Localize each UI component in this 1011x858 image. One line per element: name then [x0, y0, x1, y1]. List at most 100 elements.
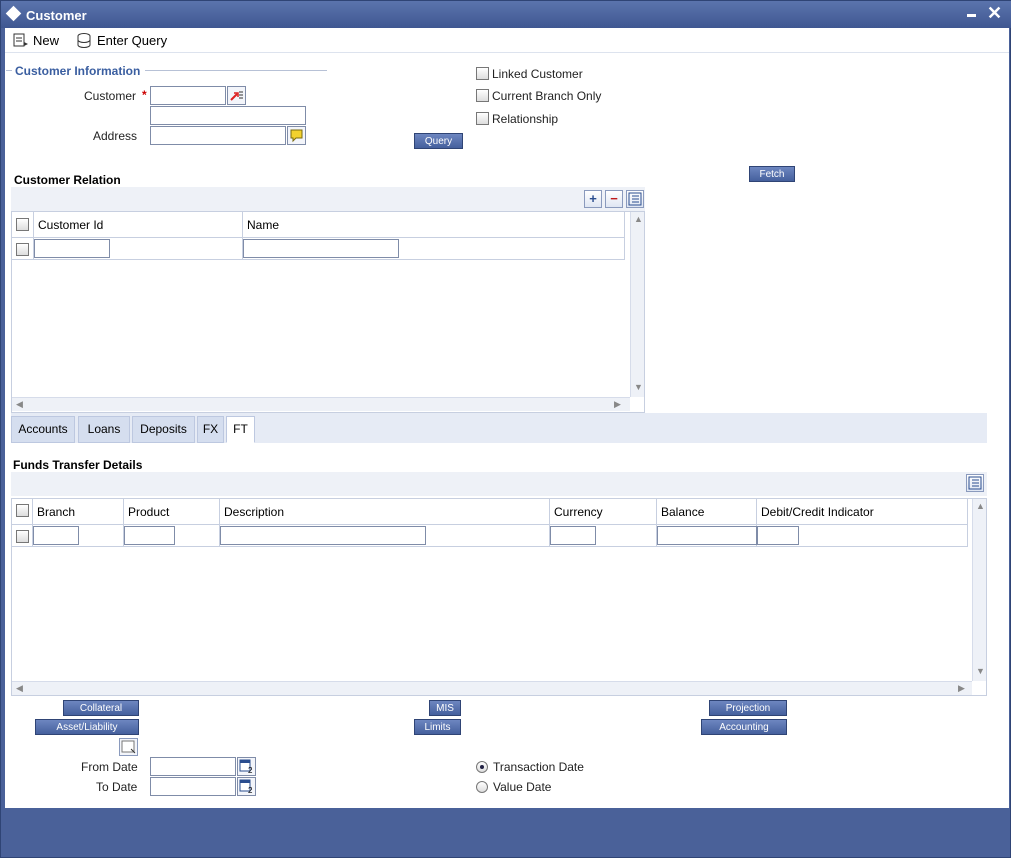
- transaction-date-radio[interactable]: [476, 761, 488, 773]
- close-icon[interactable]: ✕: [987, 3, 1002, 24]
- mis-button[interactable]: MIS: [429, 700, 461, 716]
- to-calendar-icon[interactable]: 2: [237, 777, 256, 796]
- ft-scroll-up-icon[interactable]: ▲: [976, 501, 985, 511]
- value-date-radio[interactable]: [476, 781, 488, 793]
- customer-relation-title: Customer Relation: [14, 173, 121, 187]
- customer-information-title: Customer Information: [15, 64, 141, 78]
- value-date-label: Value Date: [493, 780, 552, 794]
- current-branch-only-checkbox[interactable]: [476, 89, 489, 102]
- add-row-icon[interactable]: +: [584, 190, 602, 208]
- balance-cell: [657, 525, 757, 547]
- tab-bar: Accounts Loans Deposits FX FT: [11, 413, 987, 443]
- required-mark: *: [142, 88, 147, 102]
- customer-input[interactable]: [150, 86, 226, 105]
- asset-liability-button[interactable]: Asset/Liability: [35, 719, 139, 735]
- limits-button[interactable]: Limits: [414, 719, 461, 735]
- delete-row-icon[interactable]: −: [605, 190, 623, 208]
- column-header: Debit/Credit Indicator: [757, 499, 968, 525]
- name-input[interactable]: [243, 239, 399, 258]
- row-checkbox[interactable]: [16, 243, 29, 256]
- customer-window: Customer ✕ New Enter Query Customer Info…: [0, 0, 1011, 858]
- database-query-icon: [77, 32, 91, 48]
- customer-name-input[interactable]: [150, 106, 306, 125]
- main-content: New Enter Query Customer Information Cus…: [5, 28, 1009, 808]
- ft-select-all-header: [12, 499, 33, 525]
- window-title: Customer: [26, 8, 87, 23]
- current-branch-only-label: Current Branch Only: [492, 89, 602, 103]
- query-button[interactable]: Query: [414, 133, 463, 149]
- funds-transfer-grid: Branch Product Description Currency Bala…: [11, 498, 987, 696]
- ft-horizontal-scrollbar[interactable]: ◀ ▶: [12, 681, 972, 695]
- debit-credit-cell: [757, 525, 968, 547]
- description-input[interactable]: [220, 526, 426, 545]
- select-all-checkbox[interactable]: [16, 218, 29, 231]
- ft-toolbar: [11, 472, 987, 496]
- tab-deposits[interactable]: Deposits: [132, 416, 195, 443]
- scroll-down-icon[interactable]: ▼: [634, 382, 643, 392]
- new-button[interactable]: New: [13, 30, 59, 50]
- funds-transfer-title: Funds Transfer Details: [13, 458, 143, 472]
- customer-label: Customer: [84, 89, 137, 103]
- toolbar-divider: [5, 52, 1009, 53]
- column-header: Branch: [33, 499, 124, 525]
- column-header: Description: [220, 499, 550, 525]
- tab-ft[interactable]: FT: [226, 416, 255, 443]
- customer-id-input[interactable]: [34, 239, 110, 258]
- tab-loans[interactable]: Loans: [78, 416, 130, 443]
- tab-fx[interactable]: FX: [197, 416, 224, 443]
- accounting-button[interactable]: Accounting: [701, 719, 787, 735]
- section-rule-right: [145, 70, 327, 71]
- from-calendar-icon[interactable]: 2: [237, 757, 256, 776]
- ft-scroll-right-icon[interactable]: ▶: [958, 683, 965, 694]
- table-row: [12, 238, 34, 260]
- ft-single-view-icon[interactable]: [966, 474, 984, 492]
- select-all-header: [12, 212, 34, 238]
- scroll-left-icon[interactable]: ◀: [16, 399, 23, 410]
- address-comment-icon[interactable]: [287, 126, 306, 145]
- minimize-icon[interactable]: [967, 14, 976, 17]
- new-label: New: [33, 32, 60, 48]
- column-header: Product: [124, 499, 220, 525]
- enter-query-button[interactable]: Enter Query: [77, 30, 167, 50]
- address-input[interactable]: [150, 126, 286, 145]
- branch-input[interactable]: [33, 526, 79, 545]
- column-header: Name: [243, 212, 625, 238]
- relationship-label: Relationship: [492, 112, 559, 126]
- svg-text:2: 2: [248, 786, 253, 795]
- customer-id-cell: [34, 238, 243, 260]
- branch-cell: [33, 525, 124, 547]
- relationship-checkbox[interactable]: [476, 112, 489, 125]
- ft-select-all-checkbox[interactable]: [16, 504, 29, 517]
- balance-input[interactable]: [657, 526, 757, 545]
- collateral-button[interactable]: Collateral: [63, 700, 139, 716]
- vertical-scrollbar[interactable]: ▲ ▼: [630, 212, 644, 397]
- column-header: Currency: [550, 499, 657, 525]
- from-date-label: From Date: [81, 760, 138, 774]
- horizontal-scrollbar[interactable]: ◀ ▶: [12, 397, 630, 411]
- customer-lov-icon[interactable]: [227, 86, 246, 105]
- details-icon[interactable]: [119, 738, 138, 756]
- ft-scroll-down-icon[interactable]: ▼: [976, 666, 985, 676]
- to-date-input[interactable]: [150, 777, 236, 796]
- from-date-input[interactable]: [150, 757, 236, 776]
- linked-customer-label: Linked Customer: [492, 67, 583, 81]
- product-input[interactable]: [124, 526, 175, 545]
- ft-vertical-scrollbar[interactable]: ▲ ▼: [972, 499, 986, 681]
- projection-button[interactable]: Projection: [709, 700, 787, 716]
- scroll-up-icon[interactable]: ▲: [634, 214, 643, 224]
- name-cell: [243, 238, 625, 260]
- linked-customer-checkbox[interactable]: [476, 67, 489, 80]
- address-label: Address: [93, 129, 138, 143]
- product-cell: [124, 525, 220, 547]
- fetch-button[interactable]: Fetch: [749, 166, 795, 182]
- single-view-icon[interactable]: [626, 190, 644, 208]
- debit-credit-input[interactable]: [757, 526, 799, 545]
- scroll-right-icon[interactable]: ▶: [614, 399, 621, 410]
- ft-row-checkbox[interactable]: [16, 530, 29, 543]
- tab-accounts[interactable]: Accounts: [11, 416, 75, 443]
- table-row: [12, 525, 33, 547]
- ft-scroll-left-icon[interactable]: ◀: [16, 683, 23, 694]
- currency-input[interactable]: [550, 526, 596, 545]
- new-document-icon: [13, 33, 28, 47]
- description-cell: [220, 525, 550, 547]
